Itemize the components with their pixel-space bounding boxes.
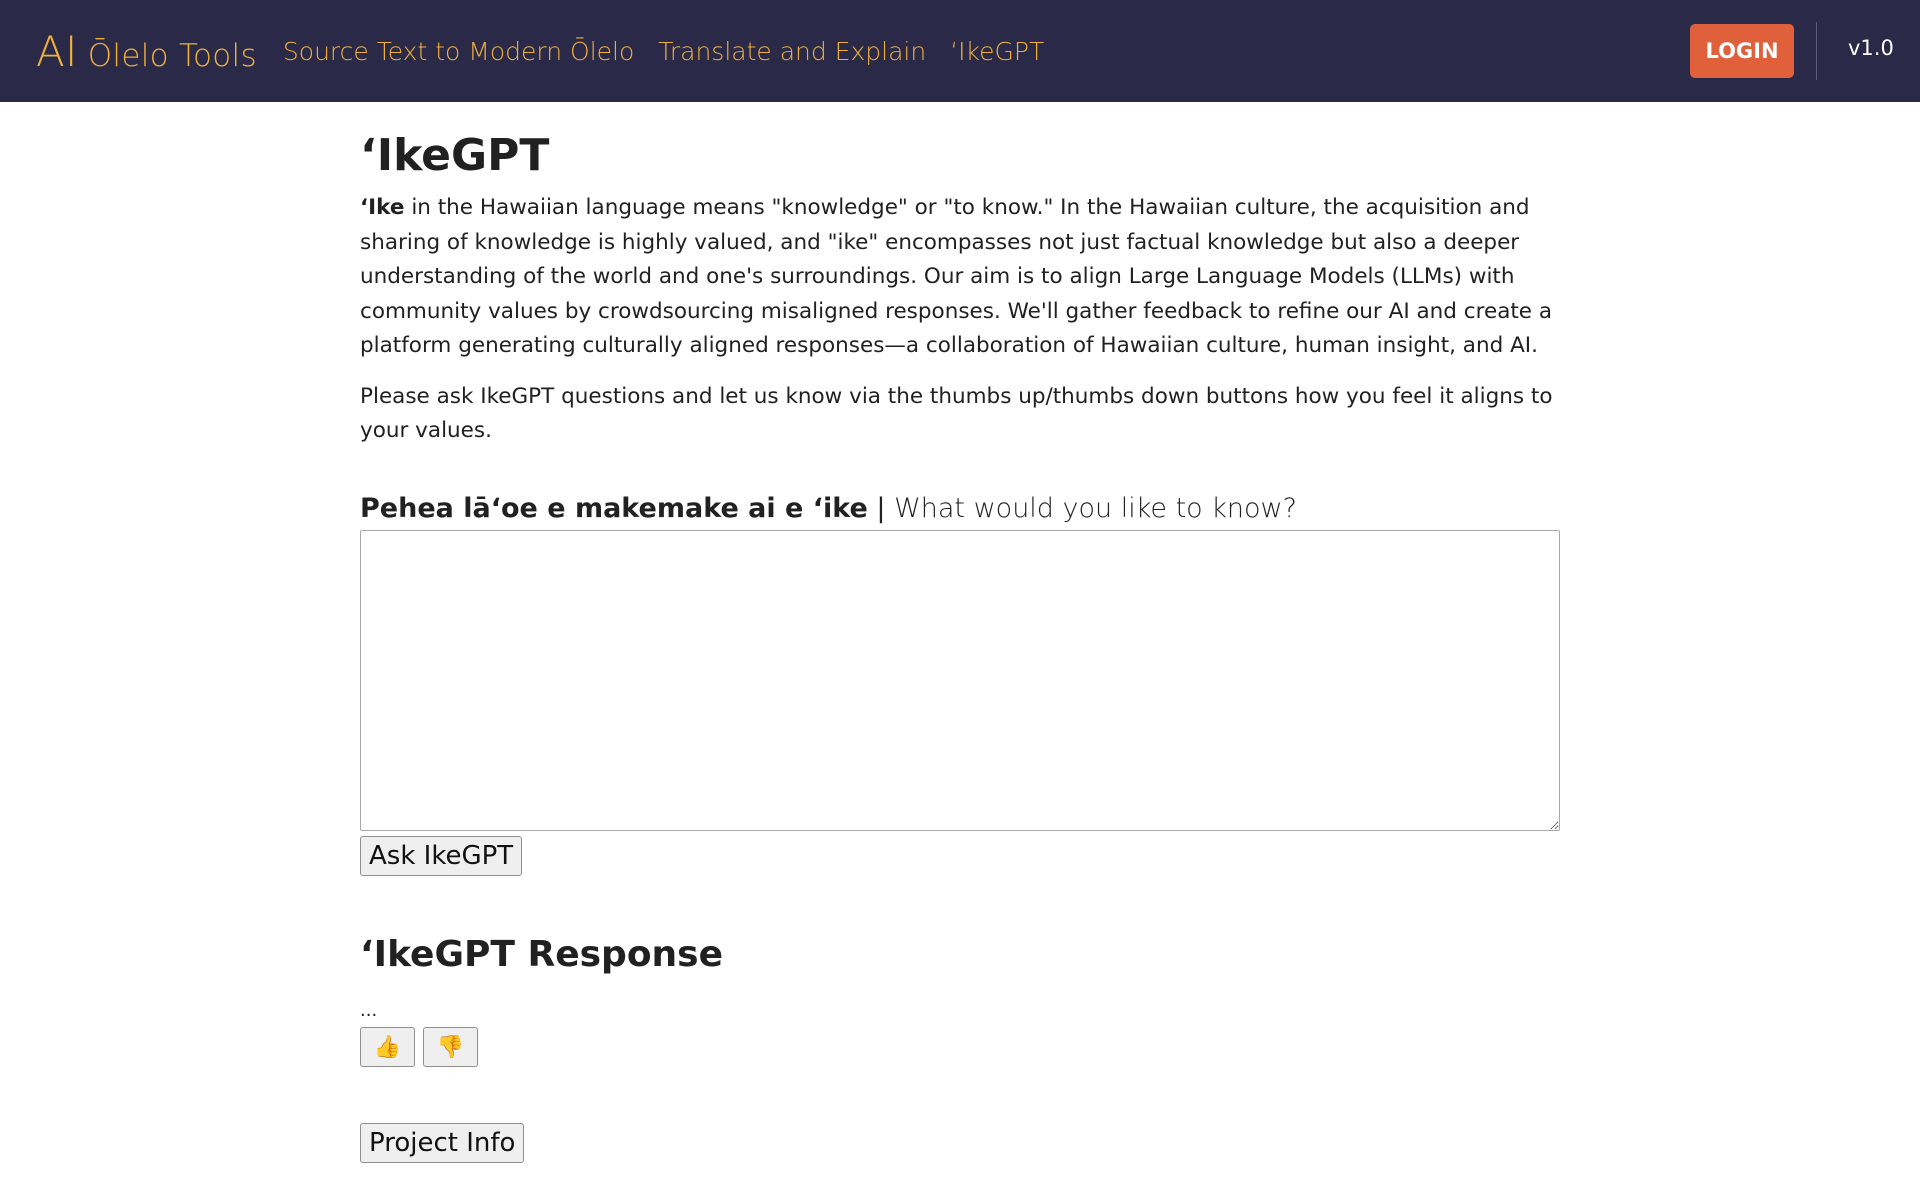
response-text: ... [360, 999, 378, 1021]
thumbs-down-button[interactable]: 👎 [423, 1026, 478, 1067]
question-label: Pehea lāʻoe e makemake ai e ʻike | What … [360, 493, 1560, 524]
main-content: ʻIkeGPT ʻIke in the Hawaiian language me… [360, 102, 1560, 1163]
thumbs-down-icon: 👎 [436, 1033, 465, 1059]
brand-name: Ōlelo Tools [87, 37, 257, 74]
page-title: ʻIkeGPT [360, 130, 550, 181]
brand-ai-mark: AI [36, 26, 78, 76]
nav-divider [1816, 22, 1817, 80]
project-info-button[interactable]: Project Info [360, 1122, 525, 1163]
ask-ikegpt-button[interactable]: Ask IkeGPT [360, 835, 523, 876]
version-label: v1.0 [1848, 36, 1894, 60]
intro-paragraph: ʻIke in the Hawaiian language means "kno… [360, 191, 1560, 364]
ask-instructions: Please ask IkeGPT questions and let us k… [360, 383, 1553, 444]
question-input[interactable] [360, 529, 1560, 831]
thumbs-up-icon: 👍 [373, 1033, 402, 1059]
nav-link-source-text[interactable]: Source Text to Modern Ōlelo [283, 37, 634, 66]
question-label-separator: | [867, 492, 895, 524]
intro-bold-term: ʻIke [360, 195, 405, 220]
nav-link-translate-explain[interactable]: Translate and Explain [658, 37, 926, 66]
feedback-buttons: 👍 👎 [360, 1026, 1560, 1067]
question-label-english: What would you like to know? [894, 492, 1297, 524]
thumbs-up-button[interactable]: 👍 [360, 1026, 415, 1067]
nav-link-ikegpt[interactable]: ʻIkeGPT [950, 37, 1044, 66]
question-label-hawaiian: Pehea lāʻoe e makemake ai e ʻike [360, 492, 868, 524]
intro-text: in the Hawaiian language means "knowledg… [360, 195, 1553, 358]
login-button[interactable]: LOGIN [1690, 24, 1794, 78]
brand-logo[interactable]: AI Ōlelo Tools [36, 27, 257, 76]
top-navbar: AI Ōlelo Tools Source Text to Modern Ōle… [0, 0, 1920, 102]
response-title: ʻIkeGPT Response [360, 933, 724, 975]
